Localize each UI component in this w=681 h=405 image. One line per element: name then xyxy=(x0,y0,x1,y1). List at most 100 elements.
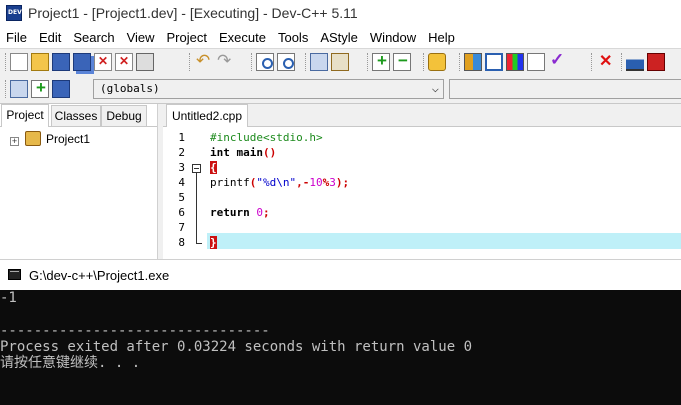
project-icon xyxy=(25,131,41,146)
save-icon[interactable] xyxy=(52,53,70,71)
menu-execute[interactable]: Execute xyxy=(213,30,272,45)
tab-untitled2-cpp[interactable]: Untitled2.cpp xyxy=(166,104,248,127)
delete-profile-icon[interactable] xyxy=(647,53,665,71)
goto-declaration-icon[interactable] xyxy=(31,78,49,98)
compile-run-icon[interactable] xyxy=(506,53,524,71)
stop-toolbar-group xyxy=(590,51,614,73)
goto-line-icon[interactable] xyxy=(331,53,349,71)
close-brace: } xyxy=(210,236,217,249)
console-line: -------------------------------- xyxy=(0,323,270,339)
statement-end: ); xyxy=(335,176,350,189)
function-name: main xyxy=(229,146,263,159)
open-file-icon[interactable] xyxy=(31,53,49,71)
code-line-8: } xyxy=(210,235,217,250)
line-number: 3 xyxy=(178,161,185,174)
line-number: 2 xyxy=(178,146,185,159)
chevron-down-icon: ⌵ xyxy=(431,81,439,95)
menu-tools[interactable]: Tools xyxy=(272,30,314,45)
profile-toolbar-group xyxy=(620,51,665,73)
secondary-toolbar: (globals) ⌵ xyxy=(0,75,681,104)
fold-end-marker xyxy=(196,243,202,244)
tab-project[interactable]: Project xyxy=(1,104,49,127)
line-number: 8 xyxy=(178,236,185,249)
scope-dropdown[interactable]: (globals) ⌵ xyxy=(93,79,444,99)
code-line-4: printf("%d\n",-10%3); xyxy=(210,175,349,190)
file-toolbar-group xyxy=(4,51,154,73)
console-line: 请按任意键继续. . . xyxy=(0,355,141,371)
string-literal: "%d\n" xyxy=(256,176,297,189)
devcpp-app-icon xyxy=(6,5,22,21)
menu-help[interactable]: Help xyxy=(422,30,461,45)
search-toolbar-group xyxy=(250,51,295,73)
menu-bar: File Edit Search View Project Execute To… xyxy=(0,27,681,48)
rebuild-all-icon[interactable] xyxy=(527,53,545,71)
title-bar: Project1 - [Project1.dev] - [Executing] … xyxy=(0,0,681,27)
remove-from-project-icon[interactable] xyxy=(393,51,411,71)
console-line: Process exited after 0.03224 seconds wit… xyxy=(0,339,473,355)
project-options-icon[interactable] xyxy=(428,53,446,71)
new-file-icon[interactable] xyxy=(10,53,28,71)
tree-item-project1[interactable]: Project1 xyxy=(46,132,90,146)
insert-icon[interactable] xyxy=(10,80,28,98)
scope-selected-value: (globals) xyxy=(100,82,160,95)
comma-minus: ,- xyxy=(296,176,310,189)
stop-execution-icon[interactable] xyxy=(596,51,614,71)
syntax-check-icon[interactable] xyxy=(548,50,566,71)
save-all-icon[interactable] xyxy=(73,53,91,71)
compile-icon[interactable] xyxy=(464,53,482,71)
number-literal: 0 xyxy=(249,206,263,219)
goto-definition-icon[interactable] xyxy=(52,80,70,98)
code-line-3: { xyxy=(210,160,217,175)
open-brace: { xyxy=(210,161,217,174)
console-line: -1 xyxy=(0,290,17,306)
keyword: return xyxy=(210,206,250,219)
add-to-project-icon[interactable] xyxy=(372,51,390,71)
fold-collapse-icon[interactable] xyxy=(192,164,201,173)
print-icon[interactable] xyxy=(136,53,154,71)
expand-icon[interactable]: + xyxy=(10,137,19,146)
line-number: 1 xyxy=(178,131,185,144)
console-title-bar: G:\dev-c++\Project1.exe xyxy=(0,259,681,291)
replace-icon[interactable] xyxy=(277,53,295,71)
console-output[interactable]: -1 -------------------------------- Proc… xyxy=(0,290,681,405)
close-all-icon[interactable] xyxy=(115,53,133,71)
fold-guide xyxy=(196,170,197,244)
parentheses: () xyxy=(263,146,277,159)
profile-chart-icon[interactable] xyxy=(626,53,644,71)
preprocessor-directive: #include<stdio.h> xyxy=(210,131,323,144)
menu-window[interactable]: Window xyxy=(364,30,422,45)
number-literal: 3 xyxy=(329,176,336,189)
current-line-highlight xyxy=(207,233,681,249)
toggle-bookmark-icon[interactable] xyxy=(310,53,328,71)
code-line-2: int main() xyxy=(210,145,276,160)
function-dropdown[interactable] xyxy=(449,79,681,99)
semicolon: ; xyxy=(263,206,270,219)
menu-astyle[interactable]: AStyle xyxy=(314,30,364,45)
number-literal: 10 xyxy=(309,176,323,189)
redo-icon[interactable] xyxy=(215,51,233,71)
menu-edit[interactable]: Edit xyxy=(33,30,67,45)
editor-tab-bar: Untitled2.cpp xyxy=(163,104,681,127)
line-number: 7 xyxy=(178,221,185,234)
compile-toolbar-group xyxy=(458,50,566,73)
undo-icon[interactable] xyxy=(194,51,212,71)
close-file-icon[interactable] xyxy=(94,53,112,71)
find-icon[interactable] xyxy=(256,53,274,71)
menu-search[interactable]: Search xyxy=(67,30,120,45)
menu-view[interactable]: View xyxy=(121,30,161,45)
code-line-6: return 0; xyxy=(210,205,270,220)
tab-debug[interactable]: Debug xyxy=(101,105,147,126)
edit-toolbar-group xyxy=(188,51,233,73)
project-browser-panel: Project Classes Debug + Project1 xyxy=(0,104,158,259)
menu-file[interactable]: File xyxy=(0,30,33,45)
code-editor: Untitled2.cpp 1 2 3 4 5 6 7 8 #include<s… xyxy=(163,104,681,259)
console-title: G:\dev-c++\Project1.exe xyxy=(29,268,170,283)
menu-project[interactable]: Project xyxy=(161,30,213,45)
class-toolbar-group xyxy=(4,78,70,100)
run-icon[interactable] xyxy=(485,53,503,71)
line-number: 6 xyxy=(178,206,185,219)
tab-classes[interactable]: Classes xyxy=(51,105,101,126)
view-toolbar-group xyxy=(304,51,349,73)
console-icon xyxy=(8,269,21,280)
code-line-1: #include<stdio.h> xyxy=(210,130,323,145)
